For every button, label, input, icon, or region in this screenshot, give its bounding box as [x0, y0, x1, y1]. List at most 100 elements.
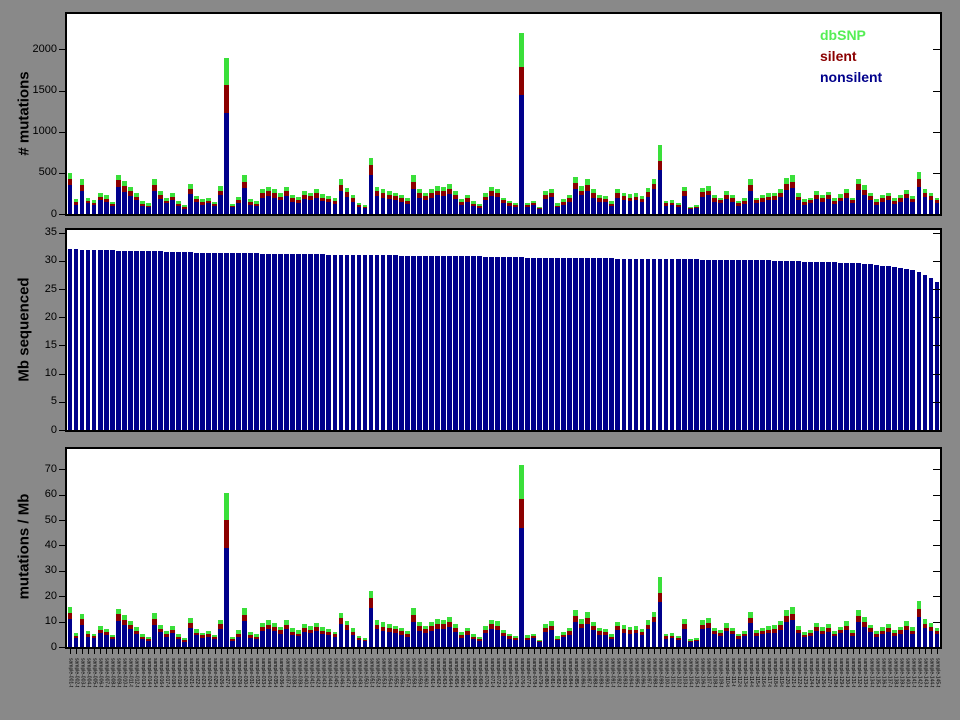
bar-segment-ns	[345, 630, 350, 647]
bar-segment-ns	[700, 629, 705, 647]
bar	[808, 630, 813, 647]
bar-segment-ns	[513, 207, 518, 214]
bar	[917, 601, 922, 647]
bar-segment-db	[917, 172, 922, 179]
x-tick-mark	[142, 649, 143, 654]
bar	[104, 195, 109, 214]
x-tick-mark	[522, 649, 523, 654]
bar-segment-mb	[284, 254, 289, 430]
bar-segment-ns	[609, 206, 614, 214]
bar	[272, 189, 277, 214]
y-tick-mark	[933, 91, 940, 92]
bar-segment-mb	[561, 258, 566, 430]
bar-segment-si	[658, 161, 663, 169]
bar-segment-mb	[718, 260, 723, 430]
x-tick-mark	[275, 649, 276, 654]
bar	[820, 262, 825, 430]
y-tick-label: 30	[15, 565, 57, 576]
bar-segment-ns	[682, 629, 687, 647]
x-tick-label: sample-121-t	[790, 658, 795, 687]
bar	[375, 255, 380, 430]
bar	[694, 259, 699, 430]
bar	[80, 614, 85, 647]
bar-segment-ns	[351, 202, 356, 214]
bar-segment-mb	[453, 256, 458, 430]
x-tick-label: sample-107-t	[706, 658, 711, 687]
bar	[459, 199, 464, 214]
bar-segment-ns	[495, 630, 500, 647]
x-tick-mark	[455, 649, 456, 654]
bar-segment-ns	[597, 202, 602, 214]
bar	[357, 636, 362, 647]
bar	[784, 178, 789, 214]
bar-segment-mb	[766, 260, 771, 430]
bar	[772, 625, 777, 647]
bar-segment-mb	[68, 249, 73, 430]
x-tick-label: sample-114-t	[748, 658, 753, 687]
bar	[206, 198, 211, 214]
bar	[290, 254, 295, 430]
bar-segment-ns	[74, 638, 79, 647]
bar-segment-ns	[194, 635, 199, 647]
bar-segment-mb	[375, 255, 380, 430]
x-tick-label: sample-108-t	[712, 658, 717, 687]
bar	[200, 253, 205, 430]
x-tick-mark	[202, 649, 203, 654]
bar-segment-ns	[339, 624, 344, 647]
x-tick-label: sample-001-t	[68, 658, 73, 687]
bar	[248, 199, 253, 214]
bar-segment-ns	[417, 198, 422, 214]
bar-segment-ns	[917, 617, 922, 647]
bar	[260, 623, 265, 647]
bar	[110, 635, 115, 647]
bar	[435, 256, 440, 430]
bar	[543, 258, 548, 430]
bar-segment-ns	[537, 642, 542, 647]
x-tick-mark	[467, 649, 468, 654]
bar	[537, 640, 542, 647]
x-tick-mark	[660, 649, 661, 654]
bar	[706, 618, 711, 647]
x-tick-label: sample-037-t	[284, 658, 289, 687]
bar	[242, 253, 247, 430]
x-tick-label: sample-105-t	[694, 658, 699, 687]
bar-segment-mb	[423, 256, 428, 430]
bar-segment-ns	[760, 202, 765, 214]
x-tick-label: sample-060-t	[423, 658, 428, 687]
bar	[826, 624, 831, 647]
bar	[272, 254, 277, 430]
bar	[609, 634, 614, 647]
bar-segment-mb	[152, 251, 157, 430]
bar-segment-ns	[754, 203, 759, 214]
x-tick-label: sample-058-t	[411, 658, 416, 687]
bar-segment-mb	[104, 250, 109, 430]
bar-segment-ns	[832, 636, 837, 647]
bar	[898, 268, 903, 430]
bar-segment-ns	[555, 640, 560, 647]
bar-segment-ns	[260, 198, 265, 214]
y-tick-label: 50	[15, 515, 57, 526]
x-tick-label: sample-144-t	[928, 658, 933, 687]
bar-segment-ns	[128, 629, 133, 647]
bar-segment-ns	[700, 197, 705, 214]
bar	[784, 261, 789, 430]
bar	[182, 252, 187, 430]
x-tick-mark	[762, 649, 763, 654]
x-tick-mark	[166, 649, 167, 654]
x-tick-label: sample-035-t	[272, 658, 277, 687]
bar-segment-ns	[302, 199, 307, 214]
bar	[501, 257, 506, 430]
bar	[868, 625, 873, 647]
x-tick-label: sample-013-t	[140, 658, 145, 687]
bar-segment-ns	[724, 631, 729, 647]
bar	[134, 193, 139, 214]
x-tick-mark	[594, 649, 595, 654]
x-tick-mark	[245, 649, 246, 654]
x-tick-mark	[190, 649, 191, 654]
x-tick-label: sample-109-t	[718, 658, 723, 687]
bar-segment-ns	[868, 632, 873, 647]
x-tick-label: sample-021-t	[188, 658, 193, 687]
bar-segment-mb	[736, 260, 741, 430]
bar	[772, 193, 777, 214]
bar	[615, 189, 620, 214]
